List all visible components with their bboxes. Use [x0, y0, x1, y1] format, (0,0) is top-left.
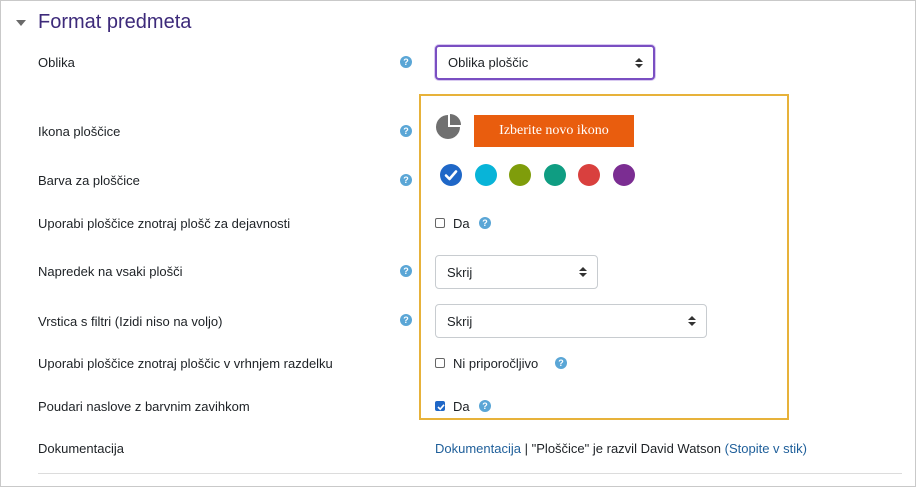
choose-icon-button[interactable]: Izberite novo ikono — [474, 115, 634, 147]
znotraj-dejavnosti-label: Uporabi ploščice znotraj plošč za dejavn… — [38, 216, 291, 231]
oblika-select[interactable]: Oblika ploščic — [435, 45, 655, 80]
color-swatch[interactable] — [578, 164, 600, 186]
znotraj-ploscic-help-icon[interactable]: ? — [555, 357, 567, 369]
znotraj-dejavnosti-help-icon[interactable]: ? — [479, 217, 491, 229]
znotraj-dejavnosti-checkbox[interactable] — [435, 218, 445, 228]
section-header[interactable]: Format predmeta — [16, 8, 191, 36]
checkmark-icon — [437, 404, 445, 411]
checkmark-icon — [444, 170, 458, 181]
dokumentacija-label: Dokumentacija — [38, 441, 124, 456]
vrstica-filtri-select[interactable]: Skrij — [435, 304, 707, 338]
oblika-select-value: Oblika ploščic — [448, 55, 529, 70]
napredek-select[interactable]: Skrij — [435, 255, 598, 289]
poudari-label: Poudari naslove z barvnim zavihkom — [38, 399, 250, 414]
color-swatch[interactable] — [474, 164, 497, 186]
color-swatch[interactable] — [509, 164, 531, 186]
color-swatch[interactable] — [543, 164, 566, 186]
poudari-help-icon[interactable]: ? — [479, 400, 491, 412]
poudari-checkbox[interactable] — [435, 401, 445, 411]
section-title: Format predmeta — [38, 10, 192, 33]
napredek-label: Napredek na vsaki plošči — [38, 264, 183, 279]
vrstica-filtri-select-value: Skrij — [447, 313, 473, 329]
vrstica-filtri-label: Vrstica s filtri (Izidi niso na voljo) — [38, 314, 223, 329]
ikona-label: Ikona ploščice — [38, 124, 121, 139]
vrstica-filtri-help-icon[interactable]: ? — [400, 314, 412, 326]
author-text: "Ploščice" je razvil David Watson — [531, 441, 722, 456]
znotraj-dejavnosti-checkbox-label: Da — [453, 216, 470, 231]
contact-link[interactable]: (Stopite v stik) — [725, 441, 807, 456]
select-arrows-icon — [688, 316, 696, 326]
ikona-help-icon[interactable]: ? — [400, 125, 412, 137]
select-arrows-icon — [635, 57, 643, 68]
divider — [38, 473, 902, 474]
select-arrows-icon — [579, 267, 587, 277]
separator: | — [524, 441, 529, 456]
poudari-checkbox-label: Da — [453, 399, 470, 414]
napredek-select-value: Skrij — [447, 264, 473, 280]
znotraj-ploscic-checkbox-label: Ni priporočljivo — [453, 356, 539, 371]
znotraj-ploscic-label: Uporabi ploščice znotraj ploščic v vrhnj… — [38, 356, 333, 371]
barva-label: Barva za ploščice — [38, 173, 140, 188]
documentation-link[interactable]: Dokumentacija — [435, 441, 521, 456]
oblika-help-icon[interactable]: ? — [400, 56, 412, 68]
barva-help-icon[interactable]: ? — [400, 174, 412, 186]
color-swatch[interactable] — [440, 164, 462, 186]
znotraj-ploscic-checkbox[interactable] — [435, 358, 445, 368]
color-swatch[interactable] — [612, 164, 635, 186]
oblika-label: Oblika — [38, 55, 75, 70]
documentation-line: Dokumentacija | "Ploščice" je razvil Dav… — [435, 441, 807, 456]
napredek-help-icon[interactable]: ? — [400, 265, 412, 277]
collapse-caret-icon[interactable] — [16, 20, 26, 26]
pie-chart-icon — [436, 114, 461, 139]
